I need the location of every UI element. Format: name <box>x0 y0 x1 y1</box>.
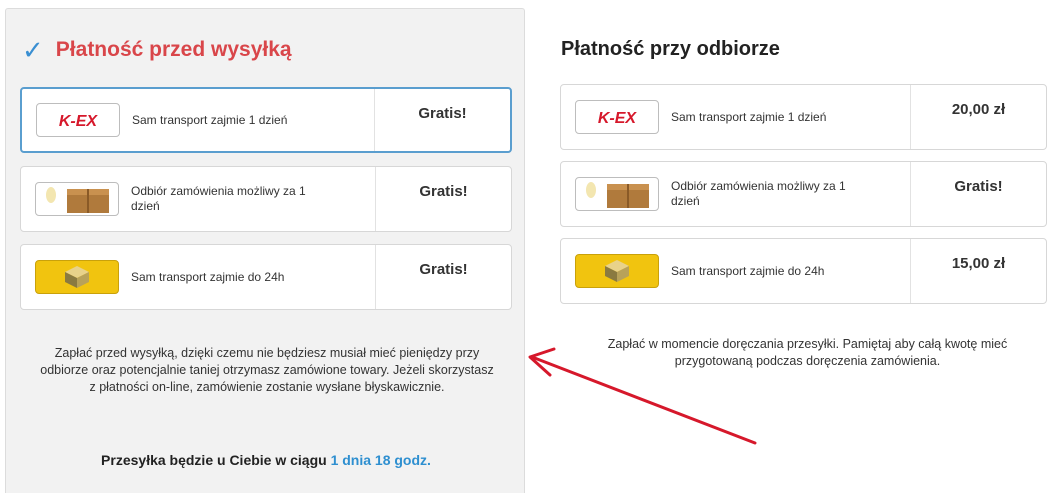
courier-box-icon <box>575 254 659 288</box>
checkmark-icon: ✓ <box>22 35 44 65</box>
option-price: 20,00 zł <box>951 101 1006 118</box>
prepaid-option-kex[interactable]: K-EX Sam transport zajmie 1 dzień Gratis… <box>20 87 512 153</box>
prepaid-note: Zapłać przed wysyłką, dzięki czemu nie b… <box>40 346 494 394</box>
option-description: Sam transport zajmie do 24h <box>671 263 825 278</box>
option-description: Sam transport zajmie 1 dzień <box>132 112 288 127</box>
option-description: Sam transport zajmie 1 dzień <box>671 109 827 124</box>
kex-logo-icon: K-EX <box>36 103 120 137</box>
pickup-box-icon <box>35 182 119 216</box>
option-price: 15,00 zł <box>951 255 1006 272</box>
prepaid-option-pickup[interactable]: Odbiór zamówienia możliwy za 1 dzień Gra… <box>20 166 512 232</box>
svg-text:K-EX: K-EX <box>598 110 638 126</box>
option-description: Odbiór zamówienia możliwy za 1 dzień <box>671 179 846 208</box>
courier-box-icon <box>35 260 119 294</box>
option-price: Gratis! <box>418 105 467 122</box>
delivery-time: 1 dnia 18 godz. <box>330 452 431 468</box>
option-description: Odbiór zamówienia możliwy za 1 dzień <box>131 184 306 213</box>
option-description: Sam transport zajmie do 24h <box>131 269 285 284</box>
cod-option-kex[interactable]: K-EX Sam transport zajmie 1 dzień 20,00 … <box>560 84 1047 150</box>
pickup-box-icon <box>575 177 659 211</box>
delivery-estimate: Przesyłka będzie u Ciebie w ciągu 1 dnia… <box>26 452 506 468</box>
kex-logo-icon: K-EX <box>575 100 659 134</box>
svg-text:K-EX: K-EX <box>59 113 99 129</box>
option-price: Gratis! <box>419 183 468 200</box>
cod-option-courier[interactable]: Sam transport zajmie do 24h 15,00 zł <box>560 238 1047 304</box>
cod-option-pickup[interactable]: Odbiór zamówienia możliwy za 1 dzień Gra… <box>560 161 1047 227</box>
prepaid-panel[interactable]: ✓ Płatność przed wysyłką K-EX Sam transp… <box>5 8 525 493</box>
prepaid-title[interactable]: ✓ Płatność przed wysyłką <box>22 37 292 63</box>
option-price: Gratis! <box>954 178 1003 195</box>
delivery-prefix: Przesyłka będzie u Ciebie w ciągu <box>101 452 331 468</box>
annotation-arrow-icon <box>528 347 757 445</box>
option-price: Gratis! <box>419 261 468 278</box>
prepaid-option-courier[interactable]: Sam transport zajmie do 24h Gratis! <box>20 244 512 310</box>
prepaid-title-text: Płatność przed wysyłką <box>55 38 292 61</box>
cod-title[interactable]: Płatność przy odbiorze <box>561 38 780 61</box>
